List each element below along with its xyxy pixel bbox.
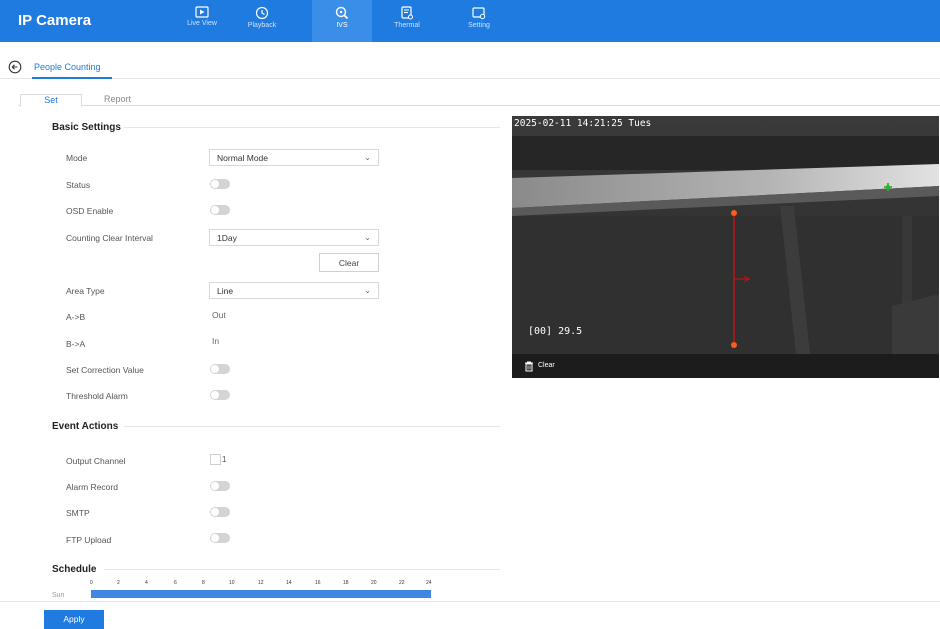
chevron-down-icon: ⌄ — [364, 153, 371, 162]
b-to-a-label: B->A — [66, 339, 86, 349]
schedule-hour-tick: 20 — [371, 580, 377, 586]
mode-label: Mode — [66, 153, 88, 163]
osd-enable-toggle[interactable] — [210, 205, 230, 215]
playback-icon — [255, 6, 269, 20]
a-to-b-value: Out — [212, 310, 226, 320]
schedule-divider — [104, 569, 500, 570]
app-title: IP Camera — [18, 12, 92, 29]
setting-icon — [472, 7, 486, 20]
status-label: Status — [66, 180, 91, 190]
counting-clear-interval-label: Counting Clear Interval — [66, 233, 153, 243]
schedule-hour-tick: 18 — [343, 580, 349, 586]
tab-set[interactable]: Set — [20, 94, 82, 107]
line-endpoint-a[interactable] — [731, 210, 737, 216]
tabs-divider — [18, 105, 940, 106]
apply-button[interactable]: Apply — [44, 610, 104, 629]
output-channel-checkbox[interactable] — [210, 454, 221, 465]
nav-setting-label: Setting — [468, 22, 490, 29]
schedule-hour-tick: 6 — [174, 580, 177, 586]
nav-setting[interactable]: Setting — [449, 0, 509, 42]
mode-value: Normal Mode — [217, 153, 269, 163]
video-preview[interactable]: 2025-02-11 14:21:25 Tues [00] 29.5 — [512, 116, 939, 354]
schedule-hour-tick: 4 — [145, 580, 148, 586]
ftp-upload-toggle[interactable] — [210, 533, 230, 543]
schedule-hour-tick: 10 — [229, 580, 235, 586]
schedule-hour-tick: 2 — [117, 580, 120, 586]
nav-live-view[interactable]: Live View — [172, 0, 232, 42]
smtp-toggle[interactable] — [210, 507, 230, 517]
nav-playback-label: Playback — [247, 22, 277, 29]
schedule-hour-tick: 0 — [90, 580, 93, 586]
trash-icon[interactable] — [524, 361, 534, 372]
schedule-hour-tick: 14 — [286, 580, 292, 586]
osd-timestamp: 2025-02-11 14:21:25 Tues — [514, 118, 652, 129]
video-toolbar: Clear — [512, 354, 939, 378]
area-type-select[interactable]: Line ⌄ — [209, 282, 379, 299]
schedule-hour-tick: 24 — [426, 580, 432, 586]
back-arrow-icon[interactable] — [8, 60, 22, 74]
schedule-hour-tick: 16 — [315, 580, 321, 586]
osd-enable-label: OSD Enable — [66, 206, 114, 216]
tab-report[interactable]: Report — [104, 94, 131, 104]
breadcrumb-title: People Counting — [34, 62, 101, 72]
output-channel-value: 1 — [222, 455, 227, 464]
osd-count-overlay: [00] 29.5 — [528, 326, 583, 337]
schedule-hour-tick: 22 — [399, 580, 405, 586]
line-endpoint-b[interactable] — [731, 342, 737, 348]
event-actions-heading: Event Actions — [52, 421, 119, 432]
nav-thermal[interactable]: Thermal — [377, 0, 437, 42]
basic-settings-heading: Basic Settings — [52, 122, 121, 133]
area-type-label: Area Type — [66, 286, 105, 296]
breadcrumb-divider — [0, 78, 940, 79]
top-nav-bar: IP Camera Live View Playback IVS Thermal… — [0, 0, 940, 42]
set-correction-value-toggle[interactable] — [210, 364, 230, 374]
live-view-icon — [195, 6, 209, 18]
mode-select[interactable]: Normal Mode ⌄ — [209, 149, 379, 166]
smtp-label: SMTP — [66, 508, 90, 518]
schedule-hour-tick: 12 — [258, 580, 264, 586]
event-actions-divider — [124, 426, 500, 427]
status-toggle[interactable] — [210, 179, 230, 189]
threshold-alarm-toggle[interactable] — [210, 390, 230, 400]
alarm-record-label: Alarm Record — [66, 482, 118, 492]
counting-clear-interval-select[interactable]: 1Day ⌄ — [209, 229, 379, 246]
b-to-a-value: In — [212, 336, 220, 346]
schedule-hour-tick: 8 — [202, 580, 205, 586]
set-correction-value-label: Set Correction Value — [66, 365, 144, 375]
thermal-icon — [401, 6, 413, 20]
nav-ivs[interactable]: IVS — [312, 0, 372, 42]
nav-playback[interactable]: Playback — [232, 0, 292, 42]
thermal-scene — [512, 116, 939, 354]
threshold-alarm-label: Threshold Alarm — [66, 391, 128, 401]
basic-settings-divider — [124, 127, 500, 128]
a-to-b-label: A->B — [66, 312, 86, 322]
chevron-down-icon: ⌄ — [364, 286, 371, 295]
clear-button[interactable]: Clear — [319, 253, 379, 272]
chevron-down-icon: ⌄ — [364, 233, 371, 242]
ivs-icon — [335, 6, 349, 20]
video-clear-label[interactable]: Clear — [538, 362, 555, 369]
alarm-record-toggle[interactable] — [210, 481, 230, 491]
nav-thermal-label: Thermal — [394, 22, 420, 29]
ftp-upload-label: FTP Upload — [66, 535, 112, 545]
counting-clear-interval-value: 1Day — [217, 233, 237, 243]
output-channel-label: Output Channel — [66, 456, 126, 466]
schedule-day-label: Sun — [52, 592, 65, 599]
schedule-hour-axis: 0 2 4 6 8 10 12 14 16 18 20 22 24 — [90, 580, 435, 588]
area-type-value: Line — [217, 286, 234, 296]
breadcrumb-underline — [32, 77, 112, 79]
footer-divider — [0, 601, 940, 602]
nav-live-view-label: Live View — [187, 20, 217, 27]
schedule-sun-bar[interactable] — [91, 590, 431, 598]
nav-ivs-label: IVS — [336, 22, 348, 29]
schedule-heading: Schedule — [52, 564, 97, 575]
